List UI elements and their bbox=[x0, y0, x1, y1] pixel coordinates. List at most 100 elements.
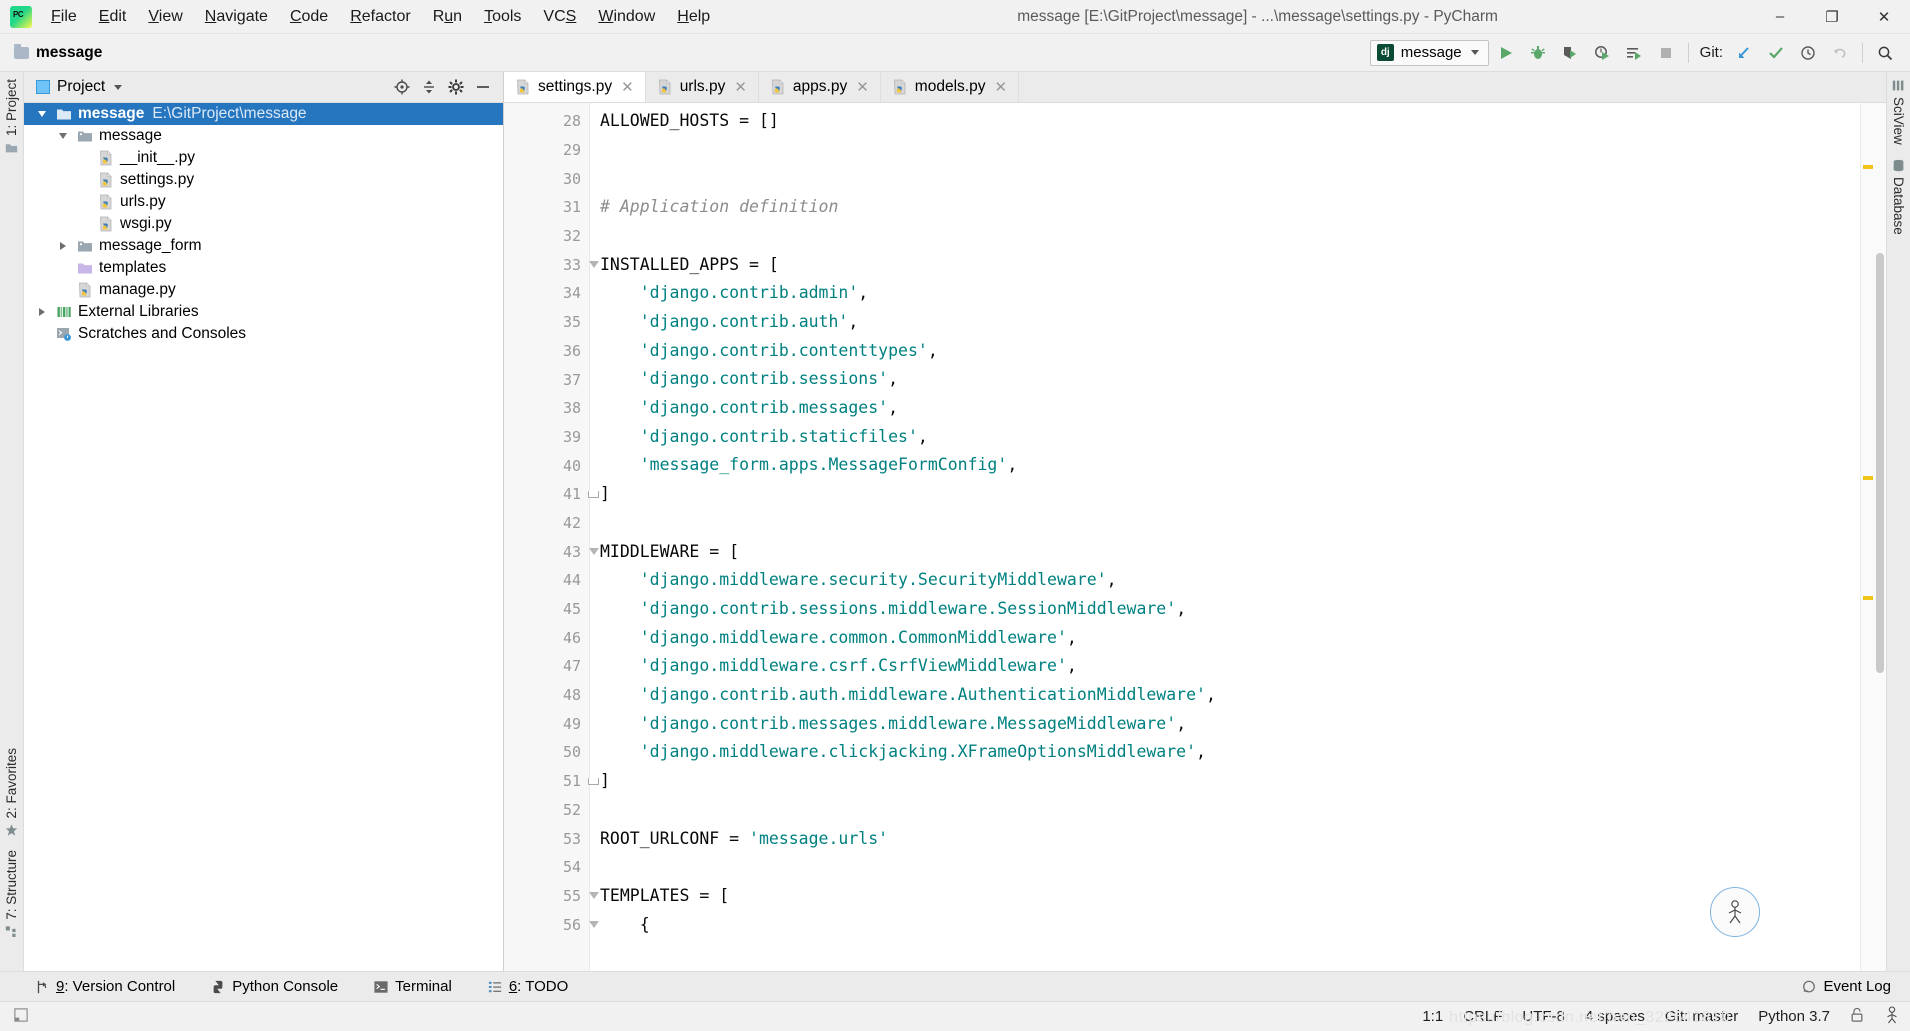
line-number[interactable]: 52 bbox=[504, 796, 589, 825]
menu-navigate[interactable]: Navigate bbox=[194, 4, 279, 30]
bottom-tab-version-control[interactable]: 9: Version Control bbox=[30, 975, 180, 998]
menu-vcs[interactable]: VCS bbox=[532, 4, 587, 30]
indent-setting[interactable]: 4 spaces bbox=[1585, 1008, 1645, 1025]
code-line[interactable]: 'django.contrib.contenttypes', bbox=[600, 337, 1860, 366]
line-number[interactable]: 46 bbox=[504, 623, 589, 652]
editor-tab-apps-py[interactable]: apps.py ✕ bbox=[759, 72, 881, 102]
code-line[interactable] bbox=[600, 222, 1860, 251]
code-content[interactable]: ALLOWED_HOSTS = [] # Application definit… bbox=[590, 103, 1860, 971]
chevron-down-icon[interactable] bbox=[55, 133, 71, 139]
menu-tools[interactable]: Tools bbox=[473, 4, 532, 30]
code-line[interactable]: 'django.contrib.admin', bbox=[600, 279, 1860, 308]
code-line[interactable]: 'django.contrib.messages', bbox=[600, 394, 1860, 423]
line-number[interactable]: 35 bbox=[504, 308, 589, 337]
tree-node-message-form[interactable]: message_form bbox=[24, 235, 503, 257]
fold-end-icon[interactable] bbox=[587, 775, 600, 788]
inspection-widget[interactable] bbox=[1710, 887, 1760, 937]
close-button[interactable]: ✕ bbox=[1858, 0, 1910, 34]
editor-scrollbar[interactable] bbox=[1874, 103, 1886, 971]
tree-node-scratches-and-consoles[interactable]: Scratches and Consoles bbox=[24, 323, 503, 345]
code-line[interactable]: INSTALLED_APPS = [ bbox=[600, 251, 1860, 280]
menu-help[interactable]: Help bbox=[666, 4, 721, 30]
tree-node-wsgi-py[interactable]: wsgi.py bbox=[24, 213, 503, 235]
tree-node-settings-py[interactable]: settings.py bbox=[24, 169, 503, 191]
code-line[interactable]: 'django.contrib.sessions.middleware.Sess… bbox=[600, 595, 1860, 624]
error-stripe-markers[interactable] bbox=[1860, 103, 1874, 971]
bottom-tab-python-console[interactable]: Python Console bbox=[206, 975, 343, 998]
line-number[interactable]: 40 bbox=[504, 451, 589, 480]
stripe-marker[interactable] bbox=[1863, 476, 1873, 480]
line-number[interactable]: 50 bbox=[504, 738, 589, 767]
git-history-button[interactable] bbox=[1793, 38, 1823, 68]
chevron-right-icon[interactable] bbox=[55, 242, 71, 250]
stripe-marker[interactable] bbox=[1863, 165, 1873, 169]
close-icon[interactable]: ✕ bbox=[856, 78, 869, 96]
git-commit-button[interactable] bbox=[1761, 38, 1791, 68]
menu-refactor[interactable]: Refactor bbox=[339, 4, 421, 30]
strip-tab-structure[interactable]: 7: Structure bbox=[0, 843, 23, 945]
code-line[interactable]: 'django.contrib.auth.middleware.Authenti… bbox=[600, 681, 1860, 710]
tree-node-templates[interactable]: templates bbox=[24, 257, 503, 279]
run-coverage-button[interactable] bbox=[1555, 38, 1585, 68]
line-number[interactable]: 44 bbox=[504, 566, 589, 595]
line-number[interactable]: 45 bbox=[504, 595, 589, 624]
assistant-button[interactable] bbox=[1884, 1005, 1900, 1028]
menu-run[interactable]: Run bbox=[422, 4, 473, 30]
menu-view[interactable]: View bbox=[137, 4, 193, 30]
line-number[interactable]: 43 bbox=[504, 537, 599, 566]
code-line[interactable]: 'message_form.apps.MessageFormConfig', bbox=[600, 451, 1860, 480]
project-panel-title-group[interactable]: Project bbox=[36, 78, 123, 96]
run-with-parameters-button[interactable] bbox=[1619, 38, 1649, 68]
code-line[interactable] bbox=[600, 853, 1860, 882]
line-number[interactable]: 54 bbox=[504, 853, 589, 882]
editor-tab-models-py[interactable]: models.py ✕ bbox=[881, 72, 1020, 102]
code-line[interactable]: MIDDLEWARE = [ bbox=[600, 538, 1860, 567]
chevron-right-icon[interactable] bbox=[34, 308, 50, 316]
maximize-button[interactable]: ❐ bbox=[1806, 0, 1858, 34]
editor-tab-settings-py[interactable]: settings.py ✕ bbox=[504, 72, 646, 102]
line-number[interactable]: 41 bbox=[504, 480, 599, 509]
chevron-down-icon[interactable] bbox=[34, 111, 50, 117]
code-line[interactable]: ] bbox=[600, 480, 1860, 509]
code-line[interactable] bbox=[600, 509, 1860, 538]
strip-tab-database[interactable]: Database bbox=[1887, 152, 1910, 242]
bottom-tab-todo[interactable]: 6: TODO bbox=[483, 975, 573, 998]
code-line[interactable]: 'django.contrib.messages.middleware.Mess… bbox=[600, 710, 1860, 739]
tree-node--init-py[interactable]: __init__.py bbox=[24, 147, 503, 169]
status-indicator-icon[interactable] bbox=[14, 1007, 36, 1026]
code-line[interactable] bbox=[600, 796, 1860, 825]
caret-position[interactable]: 1:1 bbox=[1422, 1008, 1443, 1025]
strip-tab-favorites[interactable]: 2: Favorites bbox=[0, 741, 23, 844]
line-number[interactable]: 29 bbox=[504, 136, 589, 165]
line-number[interactable]: 42 bbox=[504, 509, 589, 538]
tree-node-message[interactable]: message bbox=[24, 125, 503, 147]
settings-button[interactable] bbox=[444, 75, 468, 99]
run-configuration-selector[interactable]: dj message bbox=[1369, 39, 1489, 66]
tree-node-external-libraries[interactable]: External Libraries bbox=[24, 301, 503, 323]
code-line[interactable]: 'django.contrib.auth', bbox=[600, 308, 1860, 337]
fold-collapse-icon[interactable] bbox=[587, 258, 600, 271]
locate-in-tree-button[interactable] bbox=[390, 75, 414, 99]
stripe-marker[interactable] bbox=[1863, 596, 1873, 600]
stop-button[interactable] bbox=[1651, 38, 1681, 68]
line-number[interactable]: 51 bbox=[504, 767, 599, 796]
menu-code[interactable]: Code bbox=[279, 4, 339, 30]
menu-window[interactable]: Window bbox=[587, 4, 666, 30]
tree-node-message[interactable]: message E:\GitProject\message bbox=[24, 103, 503, 125]
code-line[interactable]: ] bbox=[600, 767, 1860, 796]
code-line[interactable]: { bbox=[600, 911, 1860, 940]
minimize-button[interactable]: – bbox=[1754, 0, 1806, 34]
strip-tab-project[interactable]: 1: Project bbox=[0, 72, 23, 161]
code-line[interactable]: ROOT_URLCONF = 'message.urls' bbox=[600, 825, 1860, 854]
line-number[interactable]: 48 bbox=[504, 681, 589, 710]
debug-button[interactable] bbox=[1523, 38, 1553, 68]
line-number[interactable]: 32 bbox=[504, 222, 589, 251]
git-update-project-button[interactable] bbox=[1729, 38, 1759, 68]
profile-button[interactable] bbox=[1587, 38, 1617, 68]
line-number[interactable]: 49 bbox=[504, 709, 589, 738]
menu-edit[interactable]: Edit bbox=[88, 4, 138, 30]
line-number[interactable]: 31 bbox=[504, 193, 589, 222]
editor-tabs[interactable]: settings.py ✕ urls.py ✕ apps.py ✕ models.py… bbox=[504, 72, 1886, 103]
code-line[interactable]: 'django.contrib.staticfiles', bbox=[600, 423, 1860, 452]
line-separator[interactable]: CRLF bbox=[1463, 1008, 1502, 1025]
